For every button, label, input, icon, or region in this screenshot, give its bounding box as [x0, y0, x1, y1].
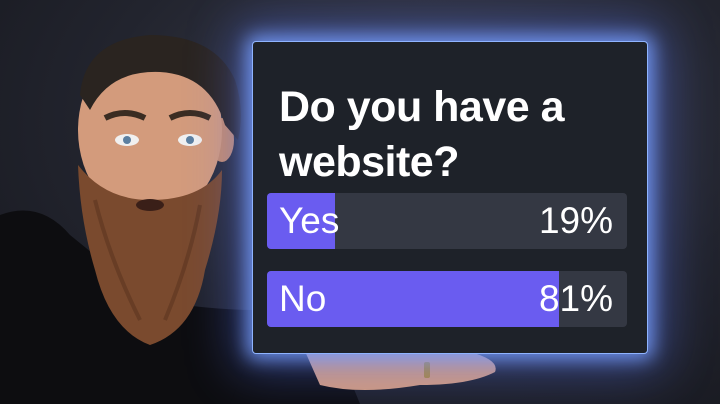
poll-option-yes[interactable]: Yes 19% [267, 193, 627, 249]
poll-option-label: Yes [279, 200, 340, 241]
poll-option-percent: 81% [538, 278, 613, 319]
poll-option-percent: 19% [538, 200, 613, 241]
poll-card: Do you have a website? Yes 19% No 81% [253, 42, 647, 353]
poll-question: Do you have a website? [279, 83, 565, 186]
poll-option-no[interactable]: No 81% [267, 271, 627, 327]
poll-option-label: No [279, 278, 327, 319]
